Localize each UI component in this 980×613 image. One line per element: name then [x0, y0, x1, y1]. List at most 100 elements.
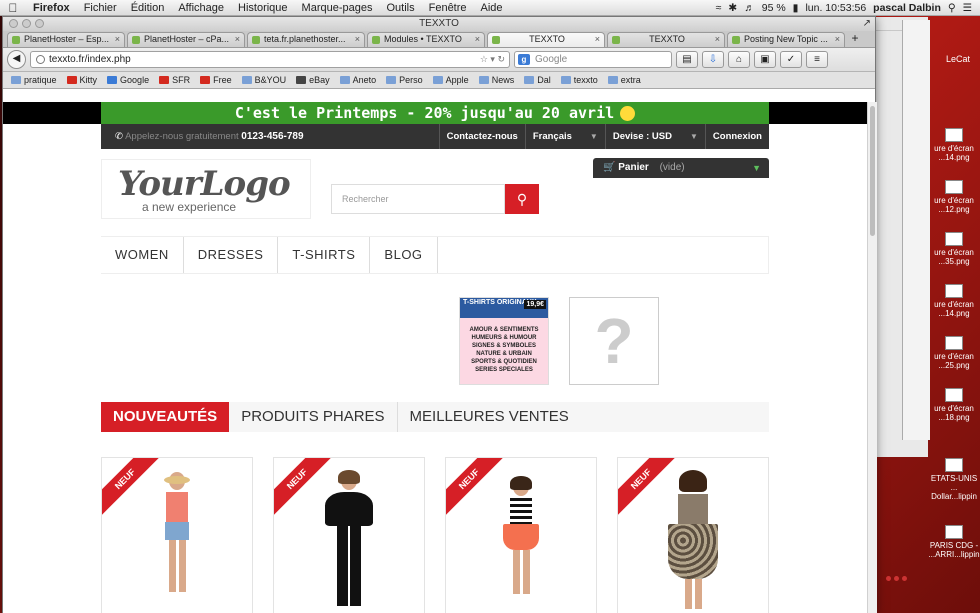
bookmark-item[interactable]: Free — [200, 75, 232, 85]
bookmark-folder[interactable]: News — [478, 75, 514, 85]
bookmark-item[interactable]: B&YOU — [241, 75, 286, 85]
browser-tab[interactable]: Modules • TEXXTO × — [367, 32, 485, 47]
menu-firefox[interactable]: Firefox — [26, 2, 77, 14]
nav-dresses[interactable]: DRESSES — [184, 237, 279, 273]
battery-level[interactable]: 95 % — [762, 2, 786, 14]
minimize-window-icon[interactable] — [22, 19, 31, 28]
addon-button[interactable]: ▣ — [754, 51, 776, 68]
file-thumbnail — [945, 284, 963, 298]
bookmark-folder[interactable]: Apple — [432, 75, 469, 85]
web-page: C'est le Printemps - 20% jusqu'au 20 avr… — [3, 102, 867, 613]
menu-historique[interactable]: Historique — [231, 2, 295, 14]
tab-meilleures-ventes[interactable]: MEILLEURES VENTES — [398, 402, 581, 432]
wifi-icon[interactable]: ≈ — [716, 2, 722, 14]
bluetooth-icon[interactable]: ✱ — [728, 2, 737, 14]
browser-tab[interactable]: PlanetHoster – cPa... × — [127, 32, 245, 47]
bookmark-star-icon[interactable]: ☆ ▾ ↻ — [480, 52, 505, 67]
close-window-icon[interactable] — [9, 19, 18, 28]
library-button[interactable]: ▤ — [676, 51, 698, 68]
bookmark-item[interactable]: pratique — [11, 75, 57, 85]
bookmark-item[interactable]: SFR — [159, 75, 190, 85]
new-tab-button[interactable]: + — [847, 32, 863, 47]
bookmark-folder[interactable]: extra — [607, 75, 641, 85]
menu-fichier[interactable]: Fichier — [77, 2, 124, 14]
currency-selector[interactable]: Devise : USD ▼ — [604, 124, 705, 149]
google-icon — [107, 76, 118, 84]
site-search-input[interactable]: Rechercher — [331, 184, 505, 214]
bookmark-item[interactable]: Kitty — [66, 75, 97, 85]
desktop-file[interactable]: ETATS-UNIS ... Dollar...lippin — [928, 458, 980, 501]
file-thumbnail — [945, 525, 963, 539]
desktop-file[interactable]: ure d'écran ...14.png — [928, 128, 980, 162]
menu-marque-pages[interactable]: Marque-pages — [295, 2, 380, 14]
back-button[interactable]: ◀ — [7, 50, 26, 69]
menu-outils[interactable]: Outils — [379, 2, 421, 14]
nav-women[interactable]: WOMEN — [101, 237, 184, 273]
browser-tab[interactable]: PlanetHoster – Esp... × — [7, 32, 125, 47]
list-icon[interactable]: ☰ — [963, 2, 972, 14]
browser-tab[interactable]: Posting New Topic ... × — [727, 32, 845, 47]
nav-blog[interactable]: BLOG — [370, 237, 438, 273]
product-image — [503, 476, 539, 594]
browser-tab[interactable]: teta.fr.planethoster... × — [247, 32, 365, 47]
close-tab-icon[interactable]: × — [235, 34, 240, 44]
tshirt-promo-banner[interactable]: T-SHIRTS ORIGINAUX 19,9€ AMOUR & SENTIME… — [459, 297, 549, 385]
desktop-file[interactable]: PARIS CDG - ...ARRI...lippin — [928, 525, 980, 559]
fullscreen-icon[interactable]: ↗ — [863, 17, 871, 31]
clock[interactable]: lun. 10:53:56 — [805, 2, 866, 14]
desktop-file[interactable]: ure d'écran ...35.png — [928, 232, 980, 266]
product-card[interactable]: NEUF — [445, 457, 597, 613]
apple-icon[interactable]:  — [0, 1, 26, 15]
missing-image-placeholder[interactable]: ? — [569, 297, 659, 385]
background-window-2 — [902, 20, 930, 440]
banner-line: NATURE & URBAIN — [476, 351, 532, 357]
zoom-window-icon[interactable] — [35, 19, 44, 28]
bookmark-item[interactable]: eBay — [296, 75, 330, 85]
favicon — [492, 36, 500, 44]
spotlight-icon[interactable]: ⚲ — [948, 2, 956, 14]
close-tab-icon[interactable]: × — [715, 34, 720, 44]
desktop-file[interactable]: ure d'écran ...14.png — [928, 284, 980, 318]
window-titlebar[interactable]: TEXXTO ↗ — [3, 17, 875, 31]
promo-banner[interactable]: C'est le Printemps - 20% jusqu'au 20 avr… — [101, 102, 769, 124]
bookmark-folder[interactable]: Perso — [386, 75, 423, 85]
browser-tab-active[interactable]: TEXXTO × — [487, 32, 605, 47]
close-tab-icon[interactable]: × — [355, 34, 360, 44]
url-bar[interactable]: texxto.fr/index.php ☆ ▾ ↻ — [30, 51, 510, 68]
browser-tab[interactable]: TEXXTO × — [607, 32, 725, 47]
menu-fenetre[interactable]: Fenêtre — [422, 2, 474, 14]
product-card[interactable]: NEUF — [273, 457, 425, 613]
tab-produits-phares[interactable]: PRODUITS PHARES — [229, 402, 398, 432]
sync-button[interactable]: ✓ — [780, 51, 802, 68]
product-card[interactable]: NEUF — [101, 457, 253, 613]
search-button[interactable]: ⚲ — [505, 184, 539, 214]
bookmark-item[interactable]: Google — [107, 75, 149, 85]
desktop-file[interactable]: ure d'écran ...18.png — [928, 388, 980, 422]
bookmark-folder[interactable]: texxto — [560, 75, 598, 85]
search-bar[interactable]: g Google — [514, 51, 672, 68]
bookmark-folder[interactable]: Aneto — [339, 75, 376, 85]
volume-icon[interactable]: ♬ — [744, 2, 755, 14]
close-tab-icon[interactable]: × — [595, 34, 600, 44]
tab-nouveautes[interactable]: NOUVEAUTÉS — [101, 402, 230, 432]
menu-edition[interactable]: Édition — [124, 2, 172, 14]
language-selector[interactable]: Français ▼ — [524, 124, 605, 149]
login-link[interactable]: Connexion — [704, 124, 769, 149]
product-card[interactable]: NEUF — [617, 457, 769, 613]
bookmark-folder[interactable]: Dal — [524, 75, 551, 85]
cart-block[interactable]: 🛒 Panier (vide) ▼ — [593, 158, 769, 178]
close-tab-icon[interactable]: × — [835, 34, 840, 44]
close-tab-icon[interactable]: × — [475, 34, 480, 44]
menu-aide[interactable]: Aide — [474, 2, 510, 14]
contact-link[interactable]: Contactez-nous — [438, 124, 525, 149]
desktop-file[interactable]: ure d'écran ...25.png — [928, 336, 980, 370]
user-name[interactable]: pascal Dalbin — [873, 2, 941, 14]
close-tab-icon[interactable]: × — [115, 34, 120, 44]
menu-affichage[interactable]: Affichage — [171, 2, 231, 14]
home-button[interactable]: ⌂ — [728, 51, 750, 68]
download-button[interactable]: ⇩ — [702, 51, 724, 68]
menu-button[interactable]: ≡ — [806, 51, 828, 68]
site-logo[interactable]: YourLogo a new experience — [101, 159, 311, 219]
desktop-file[interactable]: ure d'écran ...12.png — [928, 180, 980, 214]
nav-tshirts[interactable]: T-SHIRTS — [278, 237, 371, 273]
